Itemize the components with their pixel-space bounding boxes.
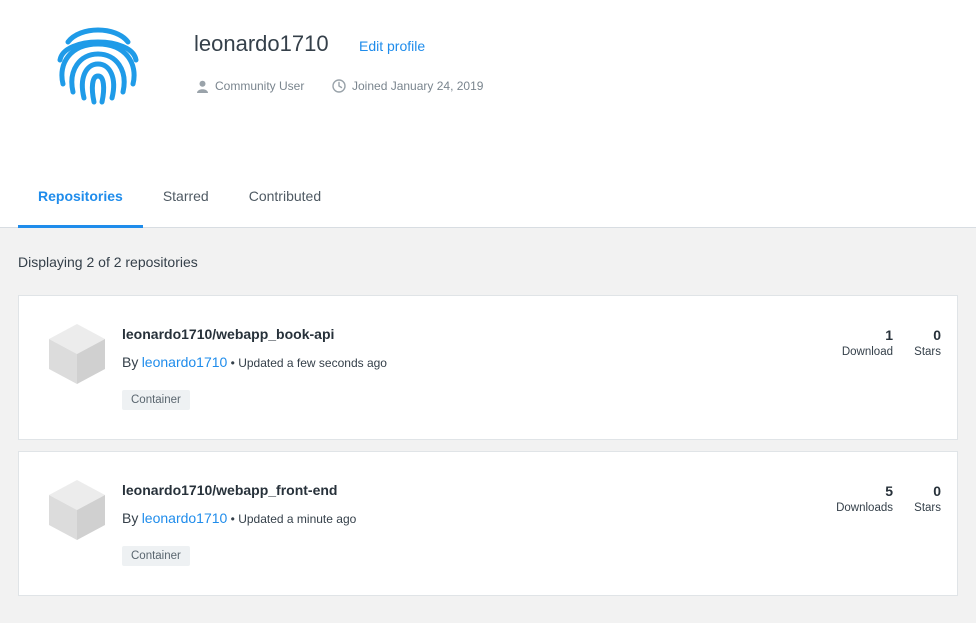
downloads-count: 1 — [885, 327, 893, 343]
updated-text: • Updated a few seconds ago — [230, 356, 387, 370]
profile-tabs: Repositories Starred Contributed — [18, 164, 341, 228]
person-icon — [197, 80, 208, 93]
tab-starred[interactable]: Starred — [143, 164, 229, 228]
downloads-count: 5 — [885, 483, 893, 499]
downloads-stat: 5 Downloads — [836, 483, 893, 514]
repository-byline: By leonardo1710 • Updated a minute ago — [122, 510, 356, 526]
stars-count: 0 — [933, 327, 941, 343]
user-role: Community User — [196, 79, 304, 93]
container-badge: Container — [122, 390, 190, 410]
updated-text: • Updated a minute ago — [230, 512, 357, 526]
role-text: Community User — [215, 79, 305, 93]
clock-icon — [332, 79, 346, 93]
joined-text: Joined January 24, 2019 — [352, 79, 484, 93]
repository-name[interactable]: leonardo1710/webapp_front-end — [122, 482, 337, 498]
cube-icon — [49, 480, 105, 540]
stars-label: Stars — [914, 346, 941, 358]
repository-count: Displaying 2 of 2 repositories — [18, 254, 198, 270]
fingerprint-avatar-icon — [54, 22, 142, 106]
tab-contributed[interactable]: Contributed — [229, 164, 341, 228]
container-badge: Container — [122, 546, 190, 566]
owner-link[interactable]: leonardo1710 — [142, 510, 228, 526]
downloads-label: Download — [841, 346, 893, 358]
repository-name[interactable]: leonardo1710/webapp_book-api — [122, 326, 334, 342]
stars-stat: 0 Stars — [914, 483, 941, 514]
repository-card[interactable]: leonardo1710/webapp_front-end By leonard… — [18, 451, 958, 596]
join-date: Joined January 24, 2019 — [332, 79, 483, 93]
stars-stat: 0 Stars — [914, 327, 941, 358]
stars-label: Stars — [914, 502, 941, 514]
owner-link[interactable]: leonardo1710 — [142, 354, 228, 370]
downloads-stat: 1 Download — [842, 327, 893, 358]
edit-profile-link[interactable]: Edit profile — [359, 38, 425, 54]
cube-icon — [49, 324, 105, 384]
by-label: By — [122, 354, 139, 370]
repository-byline: By leonardo1710 • Updated a few seconds … — [122, 354, 387, 370]
downloads-label: Downloads — [836, 502, 893, 514]
profile-header: leonardo1710 Edit profile Community User… — [0, 0, 976, 228]
by-label: By — [122, 510, 139, 526]
stars-count: 0 — [933, 483, 941, 499]
repository-card[interactable]: leonardo1710/webapp_book-api By leonardo… — [18, 295, 958, 440]
username: leonardo1710 — [194, 31, 329, 56]
tab-repositories[interactable]: Repositories — [18, 164, 143, 228]
